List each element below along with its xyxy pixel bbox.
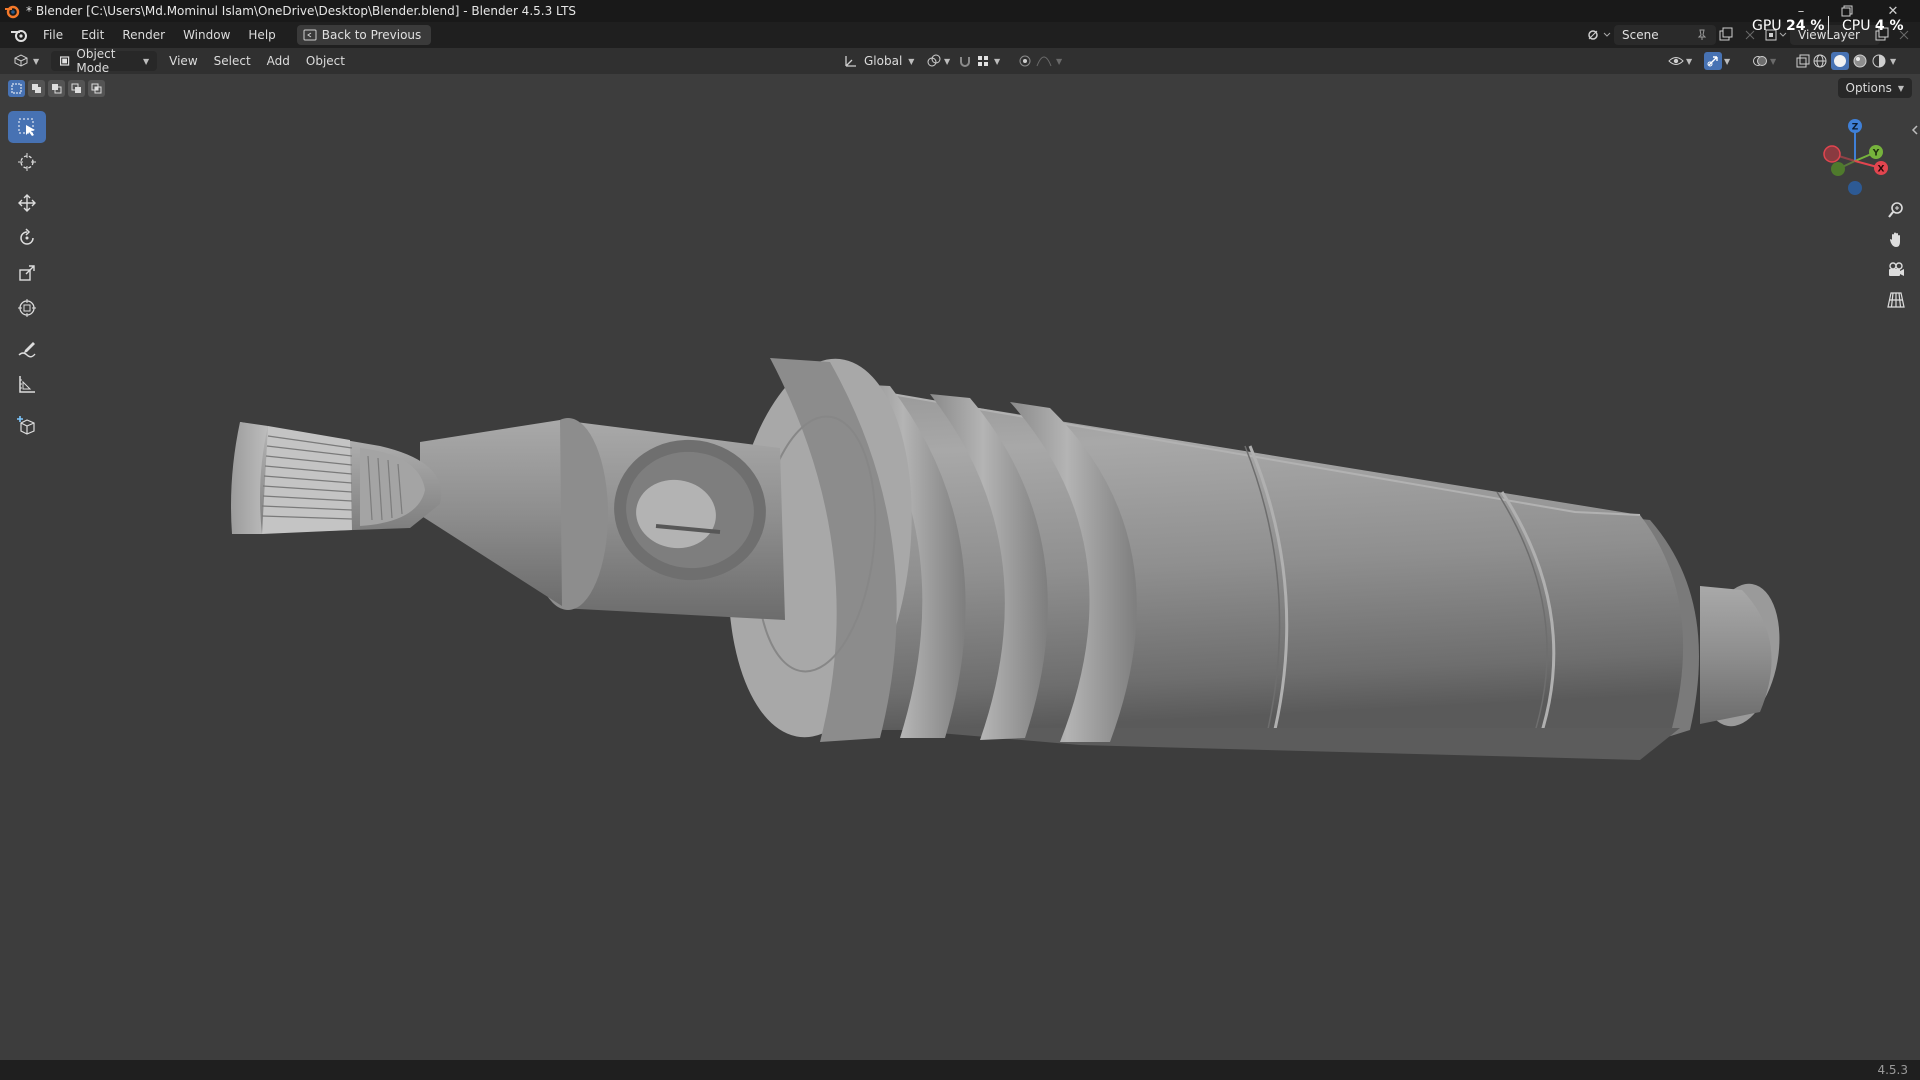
measure-icon[interactable] — [8, 368, 46, 400]
scene-selector-icon[interactable] — [1586, 27, 1612, 43]
viewport-header: ▼ Object Mode ▼ View Select Add Object G… — [0, 47, 1920, 75]
gizmo-y-label: Y — [1872, 149, 1880, 159]
chevron-down-icon: ▼ — [1686, 56, 1693, 66]
chevron-down-icon: ▼ — [1897, 83, 1904, 93]
menu-view[interactable]: View — [161, 51, 205, 71]
navigation-gizmo[interactable]: X Y Z — [1810, 108, 1900, 198]
gizmo-toggle[interactable]: ▼ — [1696, 51, 1738, 71]
pan-hand-icon[interactable] — [1882, 226, 1910, 254]
window-title: * Blender [C:\Users\Md.Mominul Islam\One… — [26, 4, 577, 18]
menu-help[interactable]: Help — [239, 22, 284, 48]
menu-edit[interactable]: Edit — [72, 22, 113, 48]
options-dropdown[interactable]: Options ▼ — [1837, 78, 1912, 98]
menu-add[interactable]: Add — [259, 51, 298, 71]
snapping-controls[interactable]: ▼ — [950, 51, 1008, 71]
move-icon[interactable] — [8, 187, 46, 219]
object-mode-label: Object Mode — [76, 47, 116, 75]
stat-divider — [1828, 16, 1829, 34]
tool-shelf — [8, 111, 48, 444]
chevron-down-icon: ▼ — [33, 56, 40, 66]
proportional-editing-icon — [1019, 55, 1031, 67]
blender-menu-icon[interactable] — [10, 27, 28, 43]
cpu-label: CPU — [1842, 18, 1871, 34]
select-set-icon[interactable] — [8, 80, 25, 97]
orientation-axes-icon — [845, 56, 856, 67]
scale-icon[interactable] — [8, 257, 46, 289]
xray-icon — [1796, 54, 1810, 68]
gizmo-icon — [1704, 52, 1722, 70]
falloff-curve-icon — [1036, 56, 1052, 67]
chevron-down-icon: ▼ — [908, 56, 915, 66]
3d-model-cylinder — [231, 358, 1780, 760]
chevron-down-icon: ▼ — [994, 56, 1001, 66]
zoom-icon[interactable] — [1882, 196, 1910, 224]
perspective-grid-icon[interactable] — [1882, 286, 1910, 314]
chevron-down-icon: ▼ — [1770, 56, 1777, 66]
selection-mode-buttons — [8, 80, 105, 97]
cursor-icon[interactable] — [8, 146, 46, 178]
navigation-buttons — [1882, 196, 1910, 316]
menu-select[interactable]: Select — [206, 51, 259, 71]
options-label: Options — [1845, 81, 1892, 95]
camera-view-icon[interactable] — [1882, 256, 1910, 284]
select-subtract-icon[interactable] — [48, 80, 65, 97]
pin-icon[interactable] — [1696, 29, 1708, 41]
chevron-down-icon[interactable]: ▼ — [1890, 57, 1896, 66]
menu-file[interactable]: File — [34, 22, 72, 48]
select-intersect-icon[interactable] — [88, 80, 105, 97]
overlays-icon — [1753, 56, 1767, 66]
back-to-previous-label: Back to Previous — [321, 28, 422, 42]
status-bar: 4.5.3 — [0, 1060, 1920, 1080]
select-extend-icon[interactable] — [28, 80, 45, 97]
select-difference-icon[interactable] — [68, 80, 85, 97]
proportional-editing-controls[interactable]: ▼ — [1010, 51, 1070, 71]
sidebar-toggle-icon[interactable] — [1910, 124, 1920, 136]
overlays-toggle[interactable]: ▼ — [1744, 51, 1784, 71]
snap-magnet-icon — [960, 57, 970, 67]
eye-icon — [1668, 57, 1684, 65]
cpu-usage: CPU 4 % — [1842, 18, 1904, 34]
back-to-previous-button[interactable]: Back to Previous — [296, 25, 432, 45]
gizmo-z-label: Z — [1852, 123, 1859, 133]
menu-render[interactable]: Render — [113, 22, 174, 48]
chevron-down-icon: ▼ — [1724, 56, 1731, 66]
gpu-value: 24 % — [1786, 18, 1825, 34]
rotate-icon[interactable] — [8, 222, 46, 254]
object-mode-dropdown[interactable]: Object Mode ▼ — [51, 47, 158, 75]
pivot-point-icon — [927, 54, 941, 67]
add-cube-icon[interactable] — [8, 409, 46, 441]
3d-viewport-icon — [14, 54, 28, 67]
transform-orientation-label: Global — [864, 54, 903, 68]
3d-viewport[interactable]: Options ▼ X Y Z — [0, 74, 1920, 1060]
gpu-usage: GPU 24 % — [1752, 18, 1824, 34]
gizmo-x-label: X — [1878, 165, 1885, 175]
rendered-shading-icon[interactable] — [1871, 53, 1887, 69]
blender-version: 4.5.3 — [1877, 1063, 1908, 1077]
snap-increment-icon — [978, 56, 988, 66]
object-visibility-dropdown[interactable]: ▼ — [1660, 51, 1700, 71]
editor-type-button[interactable]: ▼ — [4, 51, 47, 71]
material-preview-icon[interactable] — [1852, 53, 1868, 69]
new-scene-icon[interactable] — [1718, 27, 1734, 43]
object-mode-icon — [60, 56, 70, 66]
wireframe-shading-icon[interactable] — [1812, 53, 1828, 69]
chevron-down-icon: ▼ — [1056, 56, 1063, 66]
transform-orientation-dropdown[interactable]: Global ▼ — [836, 51, 922, 71]
transform-icon[interactable] — [8, 292, 46, 324]
blender-logo-icon — [5, 5, 20, 19]
scene-name: Scene — [1622, 28, 1659, 42]
screen-back-icon — [303, 29, 317, 41]
title-bar: * Blender [C:\Users\Md.Mominul Islam\One… — [0, 0, 1920, 22]
cpu-value: 4 % — [1874, 18, 1904, 34]
gpu-label: GPU — [1752, 18, 1782, 34]
menu-window[interactable]: Window — [174, 22, 239, 48]
solid-shading-icon[interactable] — [1831, 52, 1849, 70]
select-box-icon[interactable] — [8, 111, 46, 143]
annotate-icon[interactable] — [8, 333, 46, 365]
top-menu-bar: File Edit Render Window Help Back to Pre… — [0, 16, 1920, 48]
menu-object[interactable]: Object — [298, 51, 353, 71]
shading-modes: ▼ — [1812, 51, 1896, 71]
chevron-down-icon: ▼ — [143, 56, 150, 66]
